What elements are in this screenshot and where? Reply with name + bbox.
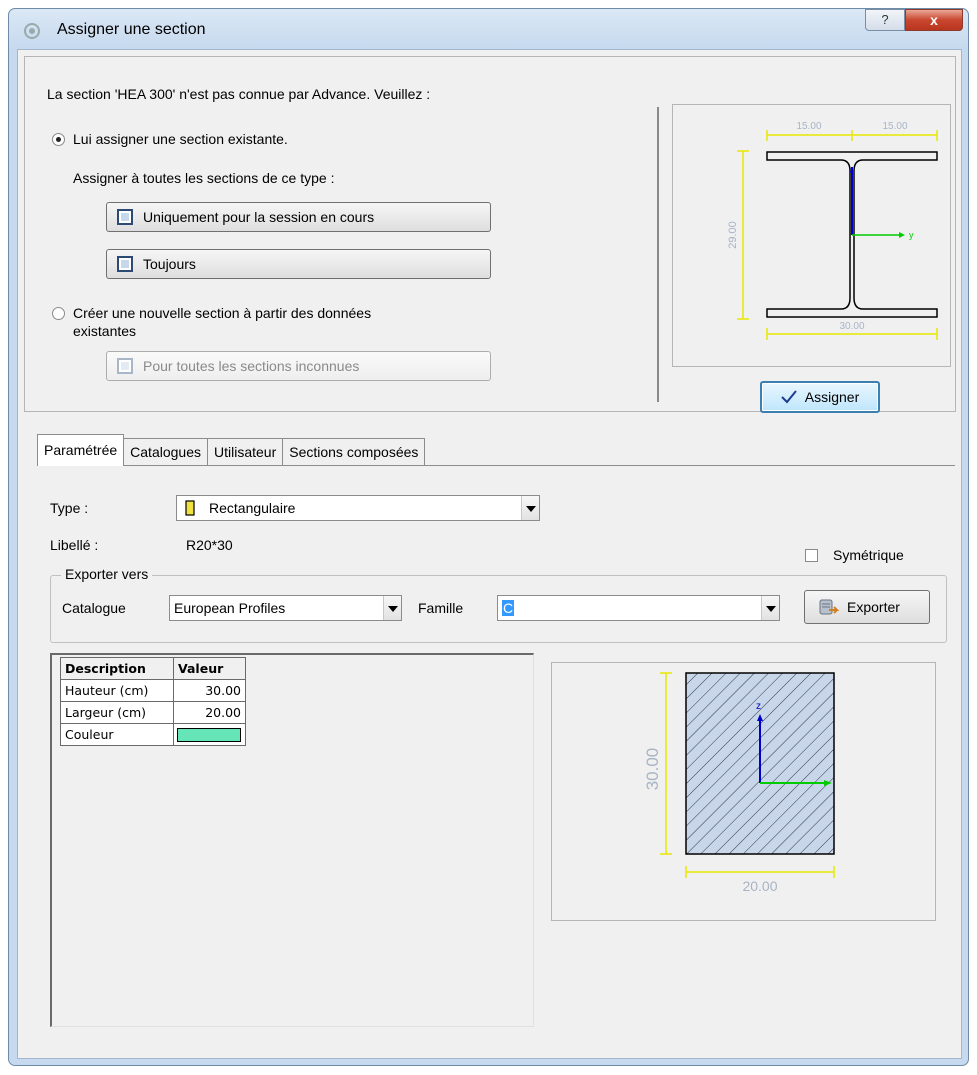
rect-section-drawing: 30.00 z 20.00 — [643, 672, 835, 894]
header-valeur: Valeur — [173, 657, 246, 680]
all-unknown-button[interactable]: Pour toutes les sections inconnues — [106, 351, 491, 381]
session-only-button[interactable]: Uniquement pour la session en cours — [106, 202, 491, 232]
parameter-grid-panel: Description Valeur Hauteur (cm) 30.00 La… — [50, 653, 534, 1027]
type-value: Rectangulaire — [209, 500, 296, 516]
rectangle-icon — [185, 500, 195, 516]
tab-sections-composees[interactable]: Sections composées — [282, 438, 426, 466]
app-icon — [24, 23, 40, 39]
dialog-window: Assigner une section ? x La section 'HEA… — [8, 8, 969, 1066]
section-tabs: Paramétrée Catalogues Utilisateur Sectio… — [37, 434, 426, 466]
all-unknown-icon — [117, 358, 133, 374]
chevron-down-icon[interactable] — [761, 596, 779, 620]
window-title: Assigner une section — [57, 21, 206, 38]
color-swatch[interactable] — [177, 727, 241, 742]
symetrique-checkbox[interactable] — [805, 549, 818, 562]
checkmark-icon — [781, 390, 797, 404]
unknown-section-panel: La section 'HEA 300' n'est pas connue pa… — [24, 56, 956, 413]
axis-y-label: y — [909, 230, 914, 240]
dim-bottom: 30.00 — [839, 321, 864, 332]
libelle-value: R20*30 — [186, 537, 233, 553]
always-label: Toujours — [143, 256, 196, 272]
catalogue-value: European Profiles — [174, 600, 286, 616]
radio-assign-existing[interactable] — [52, 133, 65, 146]
unknown-section-message: La section 'HEA 300' n'est pas connue pa… — [47, 86, 431, 102]
session-only-label: Uniquement pour la session en cours — [143, 209, 375, 225]
axis-z-label: z — [756, 701, 761, 712]
radio-create-new-label-line2[interactable]: existantes — [73, 323, 136, 339]
dim-top-left: 15.00 — [796, 121, 821, 132]
assign-button-label: Assigner — [804, 389, 860, 405]
tab-parametree[interactable]: Paramétrée — [37, 434, 125, 466]
export-icon — [819, 599, 839, 615]
vertical-separator — [657, 107, 659, 402]
row-description: Hauteur (cm) — [60, 679, 174, 702]
dim-height: 29.00 — [727, 221, 739, 249]
radio-create-new[interactable] — [52, 307, 65, 320]
table-header-row: Description Valeur — [60, 657, 246, 680]
export-group-title: Exporter vers — [61, 566, 153, 582]
always-icon — [117, 256, 133, 272]
session-only-icon — [117, 209, 133, 225]
libelle-label: Libellé : — [50, 537, 99, 553]
help-button[interactable]: ? — [865, 9, 905, 31]
tab-catalogues[interactable]: Catalogues — [123, 438, 208, 466]
chevron-down-icon[interactable] — [521, 496, 539, 520]
header-description: Description — [60, 657, 174, 680]
famille-label: Famille — [418, 600, 464, 616]
close-button[interactable]: x — [905, 9, 963, 31]
dim-height-label: 30.00 — [643, 748, 662, 791]
hea-section-preview: 15.00 15.00 29.00 z y 30.00 — [672, 104, 951, 367]
dim-top-right: 15.00 — [882, 121, 907, 132]
row-description: Couleur — [60, 723, 174, 746]
table-row[interactable]: Largeur (cm) 20.00 — [60, 701, 246, 724]
axis-z-label: z — [849, 165, 854, 175]
tabs-baseline — [37, 465, 955, 466]
row-value[interactable]: 20.00 — [173, 701, 246, 724]
exporter-button[interactable]: Exporter — [804, 590, 930, 624]
always-button[interactable]: Toujours — [106, 249, 491, 279]
dim-width-label: 20.00 — [742, 878, 777, 894]
radio-assign-existing-label[interactable]: Lui assigner une section existante. — [73, 131, 288, 147]
tab-utilisateur[interactable]: Utilisateur — [206, 438, 284, 466]
type-label: Type : — [50, 500, 89, 516]
catalogue-label: Catalogue — [62, 600, 126, 616]
all-unknown-label: Pour toutes les sections inconnues — [143, 358, 360, 374]
radio-create-new-label-line1[interactable]: Créer une nouvelle section à partir des … — [73, 305, 371, 321]
dialog-client: La section 'HEA 300' n'est pas connue pa… — [17, 49, 962, 1059]
table-row[interactable]: Hauteur (cm) 30.00 — [60, 679, 246, 702]
row-value[interactable]: 30.00 — [173, 679, 246, 702]
catalogue-select[interactable]: European Profiles — [169, 595, 402, 621]
title-bar[interactable]: Assigner une section ? x — [9, 9, 968, 49]
assign-button[interactable]: Assigner — [760, 381, 880, 413]
chevron-down-icon[interactable] — [383, 596, 401, 620]
famille-select[interactable]: C — [497, 595, 780, 621]
hea-section-drawing: 15.00 15.00 29.00 z y 30.00 — [727, 121, 938, 340]
rect-section-preview: 30.00 z 20.00 — [551, 662, 936, 921]
row-description: Largeur (cm) — [60, 701, 174, 724]
table-row[interactable]: Couleur — [60, 723, 246, 746]
assign-all-label: Assigner à toutes les sections de ce typ… — [73, 170, 335, 186]
type-select[interactable]: Rectangulaire — [176, 495, 540, 521]
color-cell[interactable] — [173, 723, 246, 746]
parameter-table: Description Valeur Hauteur (cm) 30.00 La… — [60, 657, 246, 746]
export-group: Exporter vers Catalogue European Profile… — [50, 566, 947, 643]
symetrique-label[interactable]: Symétrique — [833, 547, 904, 563]
exporter-label: Exporter — [847, 599, 900, 615]
famille-value: C — [502, 600, 515, 616]
